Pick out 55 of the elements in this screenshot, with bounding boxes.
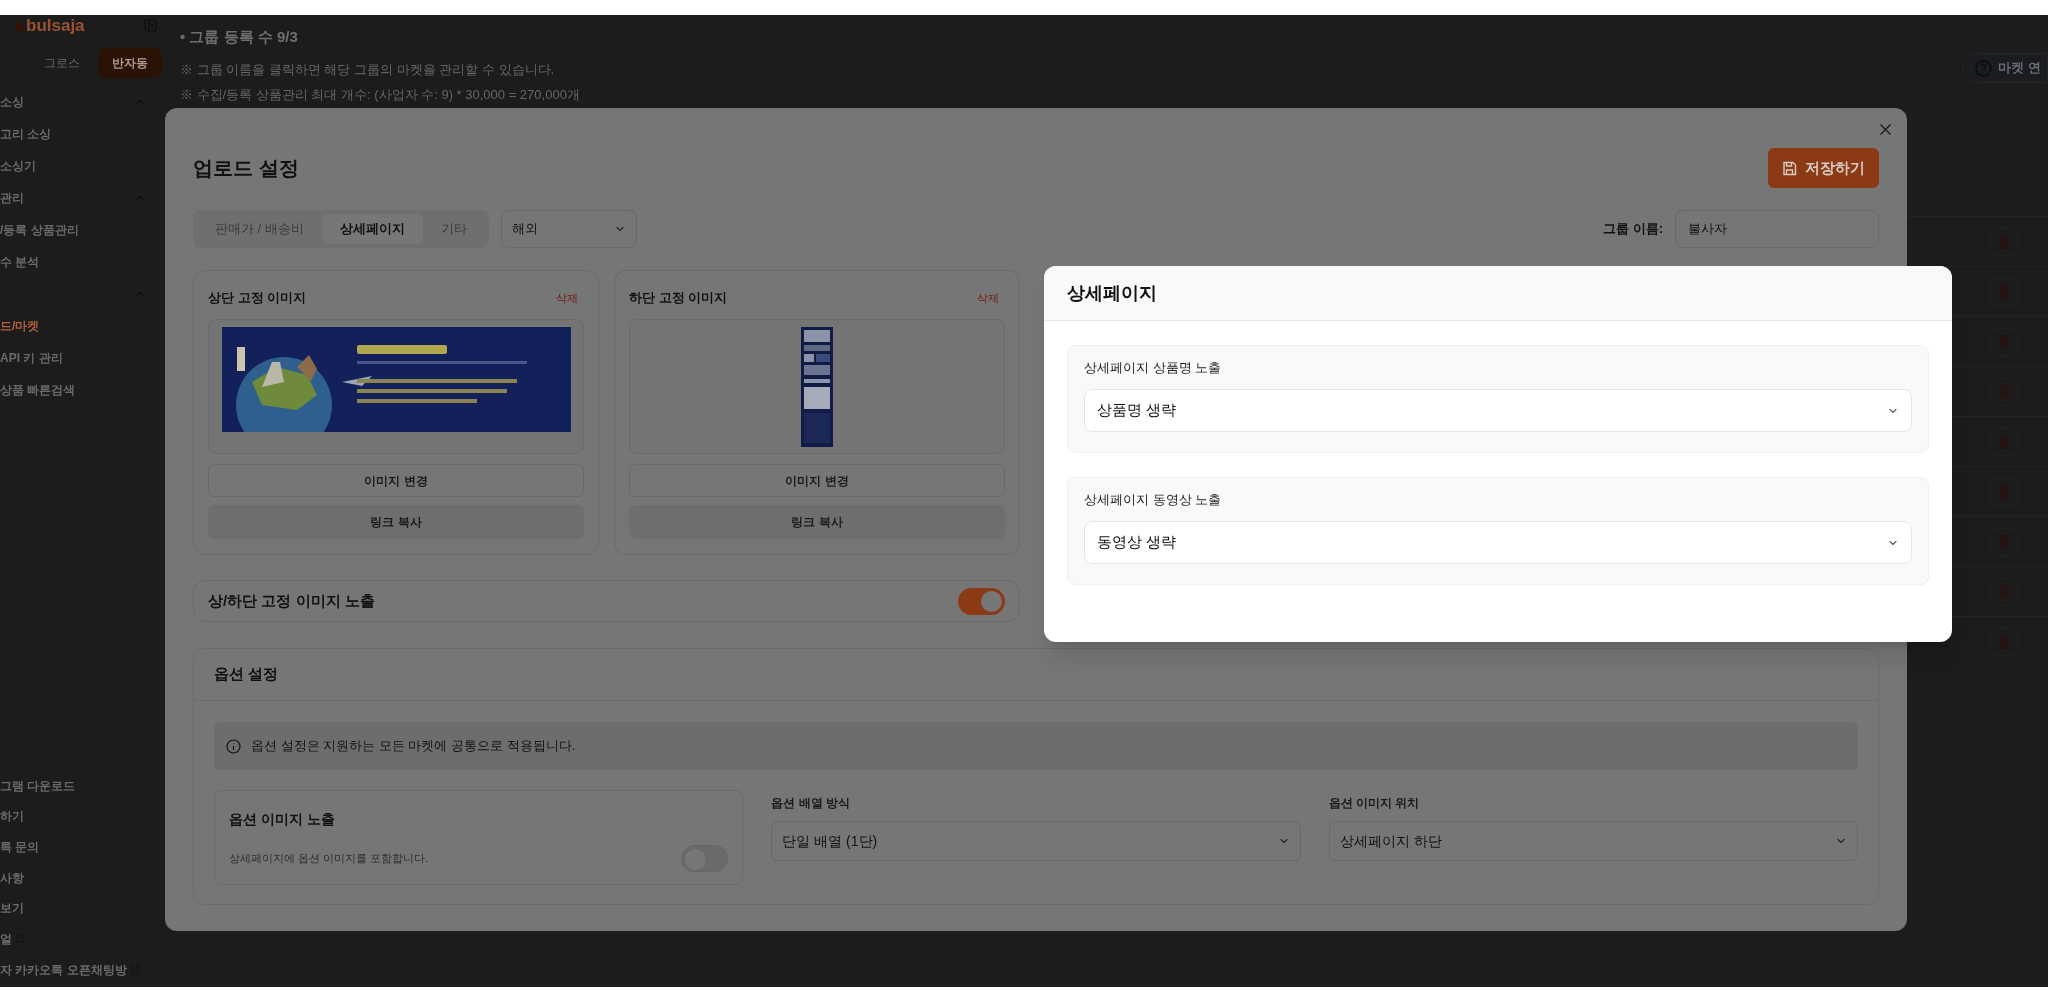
sidebar-item[interactable]: 사항 [0, 868, 24, 887]
help-button[interactable]: 마켓 연 [1962, 53, 2048, 83]
info-icon [226, 738, 241, 754]
setting-title: 옵션 이미지 노출 [229, 810, 336, 829]
field-label: 옵션 배열 방식 [771, 795, 851, 812]
change-image-button[interactable]: 이미지 변경 [208, 464, 584, 497]
sidebar-item[interactable]: 소싱기 [0, 157, 36, 175]
note-text: ※ 수집/등록 상품관리 최대 개수: (사업자 수: 9) * 30,000 = 270,000개 [180, 86, 580, 104]
select-field[interactable]: 단일 배열 (1단) [771, 821, 1301, 861]
copy-link-button[interactable]: 링크 복사 [629, 505, 1005, 539]
save-button[interactable]: 저장하기 [1768, 148, 1879, 188]
mode-tab[interactable]: 그로스 [40, 48, 84, 78]
field-label: 상세페이지 동영상 노출 [1084, 491, 1223, 509]
change-image-button[interactable]: 이미지 변경 [629, 464, 1005, 497]
sidebar-item[interactable]: 보기 [0, 899, 24, 918]
toggle-switch[interactable] [958, 587, 1005, 615]
field-label: 옵션 이미지 위치 [1328, 795, 1421, 812]
sidebar-item[interactable]: 톡 문의 [0, 837, 40, 856]
section-title: 옵션 설정 [194, 649, 1878, 701]
modal-title: 업로드 설정 [193, 156, 299, 181]
card-title: 하단 고정 이미지 [629, 289, 728, 308]
sidebar-item[interactable]: 수 분석 [0, 253, 40, 271]
sidebar-section-title[interactable]: 소싱 [0, 93, 24, 111]
sidebar-item[interactable]: 고리 소싱 [0, 125, 52, 143]
group-name-field[interactable]: 불사자 [1675, 210, 1879, 248]
card-title: 상단 고정 이미지 [208, 289, 307, 308]
field-label: 상세페이지 상품명 노출 [1084, 359, 1223, 377]
sidebar-section-title[interactable]: 관리 [0, 189, 24, 207]
select-field[interactable]: 상세페이지 하단 [1328, 821, 1858, 861]
note-text: ※ 그룹 이름을 클릭하면 해당 그룹의 마켓을 관리할 수 있습니다. [180, 61, 555, 79]
tab[interactable]: 상세페이지 [321, 214, 423, 244]
floppy-disk-icon [1782, 160, 1797, 176]
group-count: • 그룹 등록 수 9/3 [180, 27, 298, 47]
info-text: 옵션 설정은 지원하는 모든 마켓에 공통으로 적용됩니다. [251, 737, 576, 756]
mode-tab[interactable]: 반자동 [98, 48, 162, 78]
sidebar-item[interactable]: 상품 빠른검색 [0, 381, 76, 399]
sidebar-item[interactable]: /등록 상품관리 [0, 221, 79, 239]
sidebar-item[interactable]: 드/마켓 [0, 317, 40, 335]
select-field[interactable]: 상품명 생략 [1084, 389, 1912, 432]
sidebar-item[interactable]: 자 카카오톡 오픈채팅방 [0, 960, 127, 979]
setting-label: 상/하단 고정 이미지 노출 [208, 590, 375, 611]
field-label: 그룹 이름: [1603, 220, 1663, 239]
popup-title: 상세페이지 [1067, 281, 1157, 305]
sidebar-item[interactable]: 하기 [0, 807, 24, 826]
delete-link[interactable]: 삭제 [556, 289, 584, 307]
sidebar-item[interactable]: 얼 [0, 929, 12, 948]
sidebar-item[interactable]: 그램 다운로드 [0, 776, 76, 795]
close-icon[interactable] [1879, 123, 1892, 136]
logo: bulsaja [26, 16, 85, 34]
copy-link-button[interactable]: 링크 복사 [208, 505, 584, 539]
select-field[interactable]: 동영상 생략 [1084, 521, 1912, 564]
delete-link[interactable]: 삭제 [977, 289, 1005, 307]
setting-description: 상세페이지에 옵션 이미지를 포함합니다. [229, 850, 429, 866]
region-select[interactable]: 해외 [500, 210, 637, 248]
sidebar-item[interactable]: API 키 관리 [0, 349, 63, 367]
